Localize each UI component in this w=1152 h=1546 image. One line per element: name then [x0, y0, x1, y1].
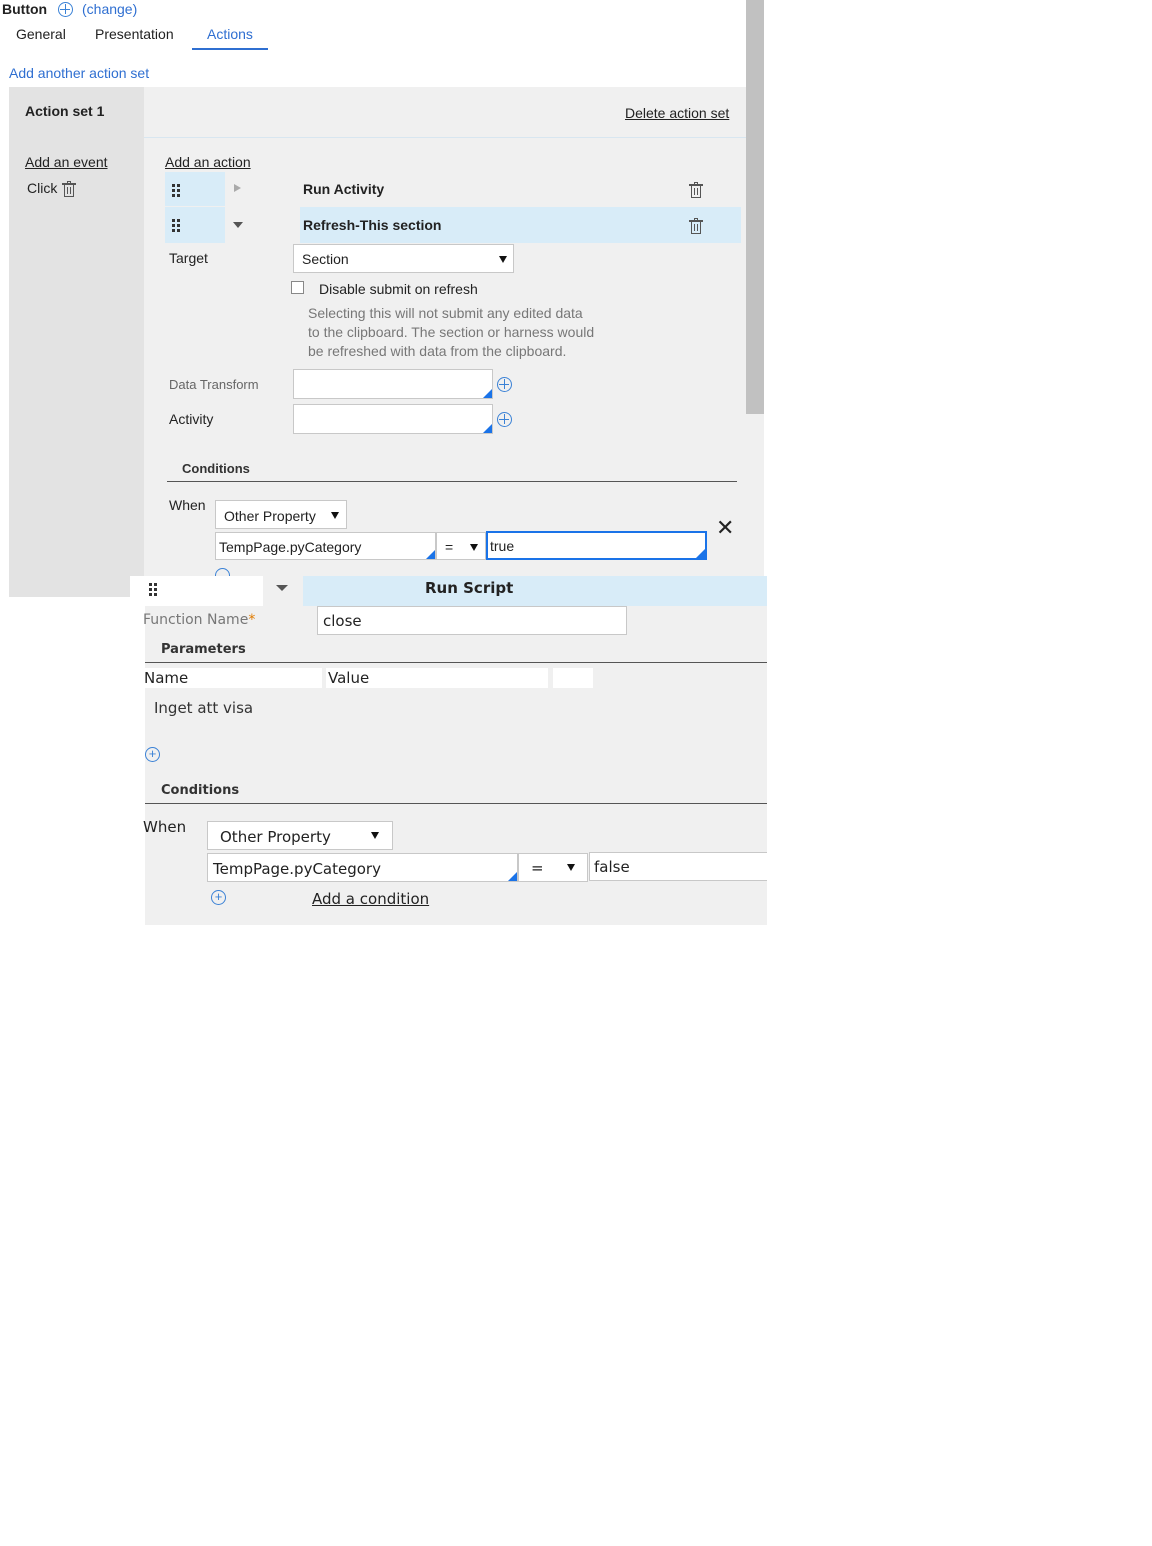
action-label[interactable]: Run Activity: [303, 181, 384, 197]
action-set-header-divider: [144, 137, 746, 138]
action-label[interactable]: Refresh-This section: [303, 217, 441, 233]
crosshair-icon[interactable]: [497, 377, 512, 392]
add-condition-icon[interactable]: +: [211, 890, 226, 905]
action-set-title: Action set 1: [25, 103, 105, 119]
condition-operator-value: =: [445, 539, 454, 555]
condition-property-value: TempPage.pyCategory: [213, 860, 381, 878]
tab-presentation[interactable]: Presentation: [95, 26, 174, 42]
condition-property-value: TempPage.pyCategory: [219, 539, 362, 555]
target-select[interactable]: Section: [293, 244, 514, 273]
run-script-header-right[interactable]: [303, 576, 767, 606]
when-label: When: [169, 497, 206, 513]
autocomplete-corner-icon: [483, 389, 492, 398]
autocomplete-corner-icon: [426, 550, 435, 559]
conditions-heading: Conditions: [182, 461, 250, 476]
help-text-line: be refreshed with data from the clipboar…: [308, 343, 567, 359]
condition-type-value: Other Property: [220, 828, 331, 846]
help-text-line: to the clipboard. The section or harness…: [308, 324, 595, 340]
run-script-title[interactable]: Run Script: [425, 579, 513, 597]
collapse-arrow-icon[interactable]: [276, 585, 288, 591]
parameters-divider: [145, 662, 767, 663]
tab-general[interactable]: General: [16, 26, 66, 42]
scrollbar-thumb[interactable]: [746, 0, 764, 414]
function-name-value: close: [323, 612, 362, 630]
autocomplete-corner-icon: [508, 872, 517, 881]
trash-icon[interactable]: [689, 182, 703, 198]
condition-operator-select[interactable]: =: [518, 853, 588, 882]
function-name-label: Function Name*: [143, 612, 255, 628]
condition-value: true: [490, 538, 515, 554]
drag-handle-icon[interactable]: [172, 219, 182, 232]
parameters-header-actions: [553, 668, 593, 688]
close-icon[interactable]: ✕: [716, 517, 734, 539]
run-script-header-mid: [263, 576, 303, 606]
clipped-add-condition-icon: [215, 568, 231, 576]
parameters-heading: Parameters: [161, 642, 246, 657]
chevron-down-icon: [371, 832, 379, 839]
data-transform-input[interactable]: [293, 369, 493, 399]
chevron-down-icon: [331, 512, 339, 519]
conditions-divider: [167, 481, 737, 482]
required-marker: *: [248, 612, 256, 628]
add-another-action-set-link[interactable]: Add another action set: [9, 65, 149, 81]
tab-actions[interactable]: Actions: [207, 26, 253, 42]
column-header-value: Value: [328, 669, 370, 687]
condition-type-value: Other Property: [224, 508, 316, 524]
condition-property-input[interactable]: TempPage.pyCategory: [215, 532, 436, 560]
condition-property-input[interactable]: TempPage.pyCategory: [207, 853, 518, 882]
conditions-heading: Conditions: [161, 783, 240, 798]
activity-label: Activity: [169, 411, 214, 427]
condition-value: false: [594, 858, 630, 876]
trash-icon[interactable]: [62, 181, 76, 197]
activity-input[interactable]: [293, 404, 493, 434]
condition-value-input[interactable]: false: [589, 852, 767, 881]
add-event-link[interactable]: Add an event: [25, 154, 108, 170]
help-text-line: Selecting this will not submit any edite…: [308, 305, 583, 321]
crosshair-icon[interactable]: [497, 412, 512, 427]
condition-value-input[interactable]: true: [486, 531, 707, 560]
change-link[interactable]: (change): [82, 1, 137, 17]
add-condition-link[interactable]: Add a condition: [312, 890, 429, 908]
parameters-header-value: Value: [326, 668, 548, 688]
when-label: When: [143, 818, 187, 836]
target-label: Target: [169, 250, 208, 266]
empty-parameters-text: Inget att visa: [154, 699, 254, 717]
trash-icon[interactable]: [689, 218, 703, 234]
add-parameter-icon[interactable]: +: [145, 747, 160, 762]
event-label[interactable]: Click: [27, 180, 57, 196]
conditions-divider: [145, 803, 767, 804]
function-name-label-text: Function Name: [143, 612, 249, 628]
function-name-input[interactable]: close: [317, 606, 627, 635]
chevron-down-icon: [499, 256, 507, 263]
condition-operator-value: =: [531, 859, 544, 877]
expand-arrow-icon[interactable]: [234, 184, 241, 192]
chevron-down-icon: [470, 544, 478, 551]
crosshair-icon[interactable]: [58, 2, 73, 17]
condition-type-select[interactable]: Other Property: [215, 500, 347, 529]
control-title: Button: [2, 1, 48, 17]
autocomplete-corner-icon: [696, 549, 705, 558]
data-transform-label: Data Transform: [169, 377, 259, 392]
drag-handle-icon[interactable]: [172, 184, 182, 197]
chevron-down-icon: [567, 864, 575, 871]
collapse-arrow-icon[interactable]: [233, 222, 243, 228]
autocomplete-corner-icon: [483, 424, 492, 433]
active-tab-underline: [192, 48, 268, 50]
add-action-link[interactable]: Add an action: [165, 154, 251, 170]
disable-submit-label[interactable]: Disable submit on refresh: [319, 281, 478, 297]
parameters-header-name: Name: [144, 668, 322, 688]
target-select-value: Section: [302, 251, 349, 267]
column-header-name: Name: [144, 669, 189, 687]
delete-action-set-link[interactable]: Delete action set: [625, 105, 729, 121]
condition-type-select[interactable]: Other Property: [207, 821, 393, 850]
drag-handle-icon[interactable]: [149, 583, 159, 596]
condition-operator-select[interactable]: =: [436, 532, 486, 560]
disable-submit-checkbox[interactable]: [291, 281, 304, 294]
